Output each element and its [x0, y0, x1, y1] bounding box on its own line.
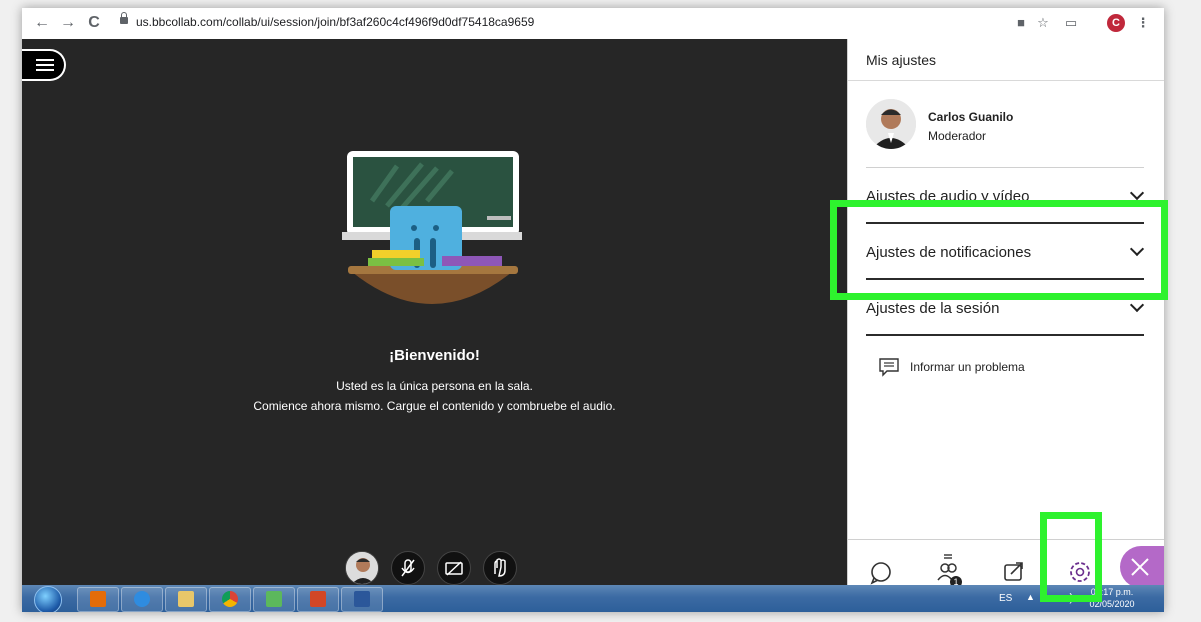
more-menu-icon[interactable]: ⋮ — [1134, 14, 1152, 32]
app-icon — [266, 591, 282, 607]
raise-hand-button[interactable] — [483, 551, 517, 585]
panel-title: Mis ajustes — [866, 52, 937, 68]
report-label: Informar un problema — [910, 360, 1025, 374]
chevron-down-icon — [1129, 297, 1145, 313]
media-player-icon — [90, 591, 106, 607]
feedback-icon — [879, 358, 899, 377]
taskbar-powerpoint[interactable] — [297, 587, 339, 612]
section-label: Ajustes de la sesión — [866, 300, 1000, 317]
start-button[interactable] — [34, 586, 62, 612]
word-icon — [354, 591, 370, 607]
lock-icon — [120, 12, 128, 24]
welcome-message-line1: Usted es la única persona en la sala. — [336, 379, 533, 393]
user-avatar — [866, 99, 916, 149]
close-panel-button[interactable] — [1120, 546, 1164, 588]
highlight-box-notifications — [830, 200, 1168, 300]
close-icon — [1131, 558, 1149, 576]
my-settings-panel: Mis ajustes Carlos Guanilo Moderador Aju… — [847, 39, 1164, 612]
bookmark-star-icon[interactable]: ☆ — [1034, 14, 1052, 32]
status-check-icon — [373, 576, 378, 584]
browser-toolbar: ← → C us.bbcollab.com/collab/ui/session/… — [22, 8, 1164, 40]
internet-explorer-icon — [134, 591, 150, 607]
my-avatar-button[interactable] — [345, 551, 379, 585]
menu-line — [36, 64, 54, 66]
taskbar-internet-explorer[interactable] — [121, 587, 163, 612]
menu-line — [36, 69, 54, 71]
camera-button[interactable] — [437, 551, 471, 585]
forward-icon[interactable]: → — [58, 13, 78, 33]
session-stage: ¡Bienvenido! Usted es la única persona e… — [22, 39, 847, 585]
highlight-box-settings — [1040, 512, 1102, 602]
taskbar-chrome[interactable] — [209, 587, 251, 612]
profile-avatar[interactable]: C — [1107, 14, 1125, 32]
user-photo-icon — [866, 99, 916, 149]
language-indicator[interactable]: ES — [999, 593, 1012, 604]
folder-icon — [178, 591, 194, 607]
hand-icon — [494, 558, 506, 577]
user-name: Carlos Guanilo — [928, 110, 1014, 124]
taskbar-file-explorer[interactable] — [165, 587, 207, 612]
address-bar[interactable]: us.bbcollab.com/collab/ui/session/join/b… — [114, 11, 1014, 35]
microphone-off-icon — [401, 559, 415, 577]
cast-icon[interactable]: ▭ — [1062, 14, 1080, 32]
chevron-down-icon — [1129, 185, 1145, 201]
welcome-message-line2: Comience ahora mismo. Cargue el contenid… — [253, 399, 616, 413]
taskbar-word[interactable] — [341, 587, 383, 612]
microphone-button[interactable] — [391, 551, 425, 585]
session-menu-button[interactable] — [22, 49, 66, 81]
powerpoint-icon — [310, 591, 326, 607]
report-problem-link[interactable]: Informar un problema — [878, 357, 1138, 379]
section-divider — [866, 167, 1144, 168]
url-text: us.bbcollab.com/collab/ui/session/join/b… — [136, 15, 535, 29]
user-role: Moderador — [928, 129, 987, 143]
camera-icon[interactable]: ■ — [1012, 14, 1030, 32]
tray-expand-icon[interactable]: ▲ — [1026, 592, 1035, 602]
reload-icon[interactable]: C — [84, 13, 104, 33]
welcome-illustration-icon — [342, 151, 522, 304]
taskbar-app[interactable] — [253, 587, 295, 612]
taskbar-media-player[interactable] — [77, 587, 119, 612]
section-divider — [866, 334, 1144, 336]
menu-line — [36, 59, 54, 61]
windows-taskbar: ES ▲ ▭ ◂) 03:17 p.m. 02/05/2020 — [22, 585, 1164, 612]
screen-frame: ← → C us.bbcollab.com/collab/ui/session/… — [22, 8, 1164, 612]
back-icon[interactable]: ← — [32, 13, 52, 33]
panel-divider — [848, 80, 1164, 81]
chrome-icon — [222, 591, 238, 607]
camera-off-icon — [445, 561, 463, 576]
welcome-title: ¡Bienvenido! — [389, 347, 480, 364]
